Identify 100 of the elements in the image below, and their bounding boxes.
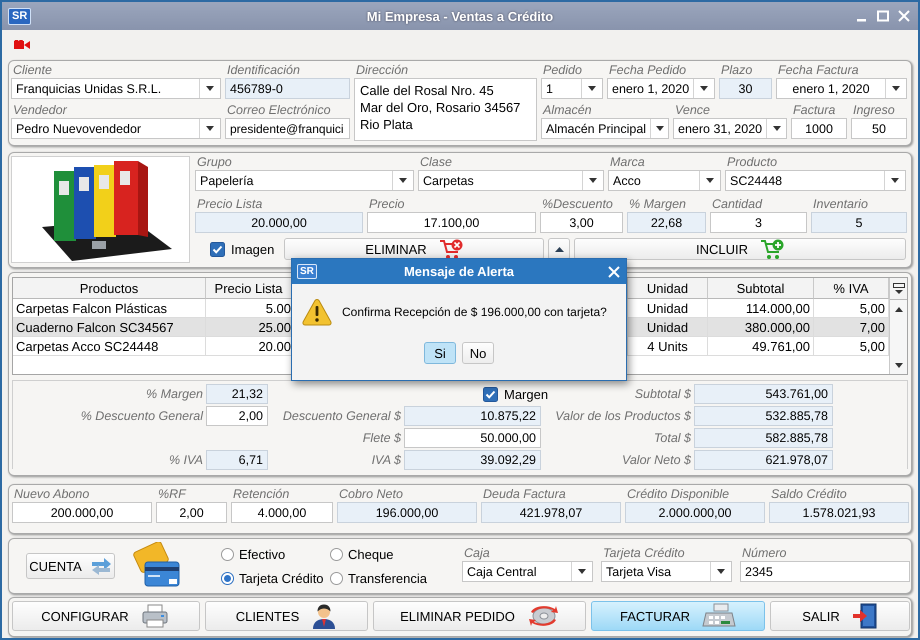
dropdown[interactable]: enero 1, 2020	[607, 78, 715, 99]
caret-icon	[706, 178, 714, 183]
clients-button[interactable]: CLIENTES	[205, 601, 368, 631]
dropdown[interactable]: Pedro Nuevovendedor	[11, 118, 221, 139]
radio-button[interactable]: Tarjeta Crédito	[221, 570, 330, 586]
input-field[interactable]: 200.000,00	[12, 502, 152, 523]
caret-icon	[206, 126, 214, 131]
close-icon[interactable]	[898, 10, 910, 22]
input-field[interactable]: 2,00	[156, 502, 227, 523]
radio-button[interactable]: Efectivo	[221, 546, 330, 562]
field-label: Almacén	[542, 102, 593, 118]
field-label: Marca	[609, 154, 646, 170]
column-header: Subtotal	[708, 278, 814, 299]
checkbox-label: Margen	[504, 386, 548, 402]
dropdown[interactable]: SC24448	[725, 170, 906, 191]
column-header: Unidad	[628, 278, 708, 299]
caret-icon	[700, 86, 708, 91]
field-label: % Margen	[145, 387, 203, 401]
dropdown[interactable]: Acco	[608, 170, 721, 191]
field-label: Retención	[232, 486, 290, 502]
table-menu-icon[interactable]	[892, 282, 904, 294]
table-cell: Carpetas Acco SC24448	[13, 337, 206, 356]
field-label: Caja	[463, 545, 491, 561]
dialog-button[interactable]: Si	[424, 342, 456, 364]
close-icon[interactable]	[608, 266, 620, 278]
field-label: Tarjeta Crédito	[602, 545, 686, 561]
input-field[interactable]: 4.000,00	[231, 502, 333, 523]
field-label: % Margen	[628, 196, 687, 212]
field-label: Descuento General $	[282, 409, 401, 423]
readonly-field: 196.000,00	[337, 502, 477, 523]
field-label: Saldo Crédito	[770, 486, 848, 502]
radio-button[interactable]: Transferencia	[330, 570, 450, 586]
field-label: Factura	[792, 102, 836, 118]
field-label: IVA $	[370, 453, 401, 467]
video-camera-icon	[14, 40, 30, 50]
readonly-field: 30	[719, 78, 772, 99]
caret-icon	[588, 86, 596, 91]
input-field[interactable]: 50.000,00	[404, 428, 541, 448]
table-cell: Unidad	[628, 318, 708, 337]
exit-door-icon	[852, 603, 878, 629]
field-label: Precio Lista	[196, 196, 264, 212]
delete-order-button[interactable]: ELIMINAR PEDIDO	[373, 601, 586, 631]
dropdown[interactable]: Almacén Principal	[541, 118, 669, 139]
input-field[interactable]: 3,00	[540, 212, 623, 233]
maximize-icon[interactable]	[877, 10, 889, 22]
checkbox[interactable]	[483, 386, 498, 402]
field-label: Cantidad	[711, 196, 764, 212]
input-field[interactable]: 17.100,00	[367, 212, 536, 233]
dropdown[interactable]: enero 31, 2020	[673, 118, 787, 139]
refresh-arrows-icon	[526, 604, 559, 628]
swap-arrows-icon	[90, 556, 112, 576]
dropdown[interactable]: enero 1, 2020	[776, 78, 907, 99]
text-area[interactable]: Calle del Rosal Nro. 45 Mar del Oro, Rosario 34567 Rio Plata	[354, 78, 537, 141]
dropdown[interactable]: 1	[541, 78, 603, 99]
field-label: Cliente	[12, 62, 53, 78]
field-label: Plazo	[720, 62, 754, 78]
window-title: Mi Empresa - Ventas a Crédito	[366, 8, 554, 24]
field-label: Número	[741, 545, 788, 561]
input-field[interactable]: 2345	[740, 561, 910, 582]
input-field[interactable]: presidente@franquici	[225, 118, 350, 139]
field-label: Valor de los Productos $	[554, 409, 691, 423]
radio-button[interactable]: Cheque	[330, 546, 450, 562]
dialog-message: Confirma Recepción de $ 196.000,00 con tarjeta?	[342, 305, 607, 319]
collapse-button[interactable]	[548, 238, 570, 260]
dialog-button[interactable]: No	[462, 342, 494, 364]
column-header: Precio Lista	[206, 278, 292, 299]
table-cell: 7,00	[814, 318, 889, 337]
dropdown[interactable]: Carpetas	[418, 170, 604, 191]
field-label: Clase	[419, 154, 453, 170]
invoice-button[interactable]: FACTURAR	[591, 601, 765, 631]
column-header: % IVA	[814, 278, 889, 299]
dropdown[interactable]: Franquicias Unidas S.R.L.	[11, 78, 221, 99]
readonly-field: 39.092,29	[404, 450, 541, 470]
readonly-field: 21,32	[206, 384, 268, 404]
field-label: Correo Electrónico	[226, 102, 332, 118]
readonly-field: 10.875,22	[404, 406, 541, 426]
add-button[interactable]: INCLUIR	[574, 238, 906, 260]
field-label: Identificación	[226, 62, 301, 78]
input-field[interactable]: 1000	[791, 118, 847, 139]
dropdown[interactable]: Papelería	[195, 170, 414, 191]
remove-button[interactable]: ELIMINAR	[284, 238, 544, 260]
scroll-up-icon[interactable]	[894, 307, 902, 312]
field-label: Flete $	[362, 431, 401, 445]
dropdown[interactable]: Tarjeta Visa	[601, 561, 732, 582]
scroll-down-icon[interactable]	[894, 363, 902, 368]
checkbox-label: Imagen	[231, 242, 274, 256]
configure-button[interactable]: CONFIGURAR	[12, 601, 200, 631]
dropdown[interactable]: Caja Central	[462, 561, 593, 582]
exit-button[interactable]: SALIR	[770, 601, 910, 631]
input-field[interactable]: 3	[710, 212, 807, 233]
account-button[interactable]: CUENTA	[26, 553, 115, 579]
field-label: Deuda Factura	[482, 486, 567, 502]
input-field[interactable]: 50	[851, 118, 907, 139]
cart-add-icon	[760, 238, 784, 260]
field-label: %RF	[157, 486, 188, 502]
table-cell: Cuaderno Falcon SC34567	[13, 318, 206, 337]
caret-icon	[656, 126, 664, 131]
checkbox[interactable]	[210, 242, 225, 256]
readonly-field: 582.885,78	[694, 428, 833, 448]
input-field[interactable]: 2,00	[206, 406, 268, 426]
